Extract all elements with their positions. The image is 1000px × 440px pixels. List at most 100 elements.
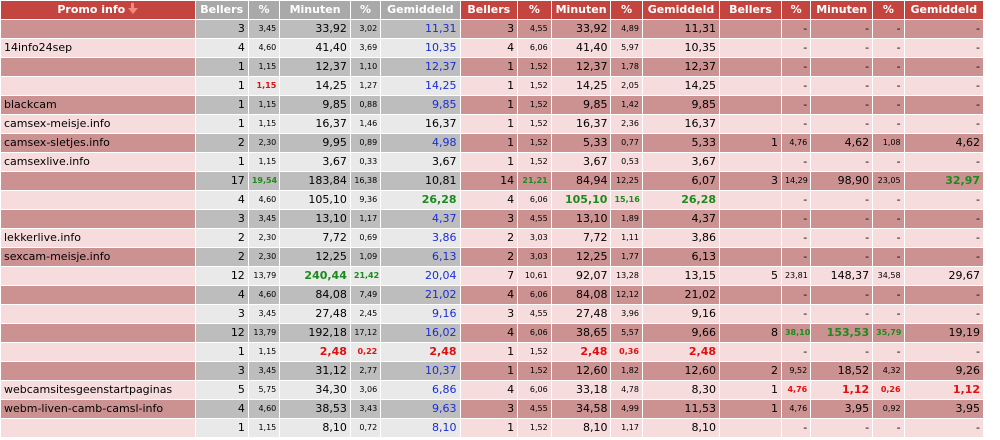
g1-cell: 4,37 — [381, 210, 460, 228]
promo-name-cell[interactable]: sexcam-meisje.info — [1, 248, 195, 266]
g2-cell: 6,06 — [518, 381, 551, 399]
g3-cell: - — [781, 191, 811, 209]
g2-cell: 3 — [460, 305, 518, 323]
g1-pct-header[interactable]: % — [248, 1, 280, 19]
g1-cell: 33,92 — [280, 20, 350, 38]
g2-bellers-header[interactable]: Bellers — [460, 1, 518, 19]
g1-cell: 2 — [195, 229, 248, 247]
g3-cell: 148,37 — [811, 267, 873, 285]
g3-minuten-header[interactable]: Minuten — [811, 1, 873, 19]
g2-pct-header[interactable]: % — [518, 1, 551, 19]
g3-cell — [720, 77, 781, 95]
g1-cell: 12 — [195, 324, 248, 342]
g1-gemiddeld-header[interactable]: Gemiddeld — [381, 1, 460, 19]
g3-cell — [720, 229, 781, 247]
g2-cell: 1,42 — [611, 96, 642, 114]
g2-cell: 1,52 — [518, 58, 551, 76]
promo-name-cell[interactable]: camsexlive.info — [1, 153, 195, 171]
g3-cell: 19,19 — [904, 324, 983, 342]
g3-cell — [720, 39, 781, 57]
g3-cell: - — [811, 153, 873, 171]
g3-gemiddeld-header[interactable]: Gemiddeld — [904, 1, 983, 19]
g3-cell: - — [904, 229, 983, 247]
promo-info-header[interactable]: Promo info — [1, 1, 195, 19]
g3-cell: 3,95 — [811, 400, 873, 418]
g3-cell: - — [781, 153, 811, 171]
promo-name-cell[interactable]: camsex-meisje.info — [1, 115, 195, 133]
promo-name-cell[interactable]: camsex-sletjes.info — [1, 134, 195, 152]
promo-name-cell[interactable]: webm-liven-camb-camsl-info — [1, 400, 195, 418]
g2-cell: 1 — [460, 96, 518, 114]
g2-cell: 3,03 — [518, 248, 551, 266]
g2-cell: 4,78 — [611, 381, 642, 399]
g1-cell: 0,89 — [350, 134, 381, 152]
g1-cell: 2 — [195, 248, 248, 266]
g3-cell — [720, 343, 781, 361]
g2-cell: 1,82 — [611, 362, 642, 380]
g3-pct-header[interactable]: % — [781, 1, 811, 19]
g1-cell: 1,17 — [350, 210, 381, 228]
g1-cell: 21,42 — [350, 267, 381, 285]
g2-pct2-header[interactable]: % — [611, 1, 642, 19]
g2-cell: 9,85 — [642, 96, 720, 114]
g2-cell: 1,52 — [518, 115, 551, 133]
promo-name-cell[interactable]: blackcam — [1, 96, 195, 114]
g3-cell: 4,32 — [873, 362, 904, 380]
g3-cell: - — [904, 39, 983, 57]
table-row: camsex-sletjes.info 2 2,30 9,95 0,89 4,98 1 1,5… — [1, 134, 983, 152]
g2-cell: 13,10 — [551, 210, 611, 228]
g1-cell: 1,15 — [248, 153, 280, 171]
promo-name-cell — [1, 362, 195, 380]
g2-cell: 8,30 — [642, 381, 720, 399]
g1-cell: 2,45 — [350, 305, 381, 323]
promo-name-cell — [1, 210, 195, 228]
g3-cell: - — [873, 77, 904, 95]
g1-cell: 1,46 — [350, 115, 381, 133]
g2-cell: 1,52 — [518, 134, 551, 152]
g1-minuten-header[interactable]: Minuten — [280, 1, 350, 19]
g2-cell: 7 — [460, 267, 518, 285]
g3-pct2-header[interactable]: % — [873, 1, 904, 19]
g3-cell: - — [873, 343, 904, 361]
g1-cell: 240,44 — [280, 267, 350, 285]
promo-name-cell[interactable]: lekkerlive.info — [1, 229, 195, 247]
g1-cell: 19,54 — [248, 172, 280, 190]
g3-cell — [720, 153, 781, 171]
g1-cell: 10,35 — [381, 39, 460, 57]
table-row: 3 3,45 13,10 1,17 4,37 3 4,55 13,10 1,89 4,37- - - - — [1, 210, 983, 228]
g2-cell: 1 — [460, 77, 518, 95]
g2-cell: 6,07 — [642, 172, 720, 190]
g1-bellers-header[interactable]: Bellers — [195, 1, 248, 19]
g1-cell: 11,31 — [381, 20, 460, 38]
g1-cell: 3 — [195, 210, 248, 228]
g2-gemiddeld-header[interactable]: Gemiddeld — [642, 1, 720, 19]
g2-cell: 84,08 — [551, 286, 611, 304]
g3-cell: 4,62 — [904, 134, 983, 152]
g3-cell: 4,76 — [781, 134, 811, 152]
g2-cell: 4,99 — [611, 400, 642, 418]
g3-cell: - — [873, 305, 904, 323]
promo-name-cell[interactable]: webcamsitesgeenstartpaginas — [1, 381, 195, 399]
table-row: 1 1,15 2,48 0,22 2,48 1 1,52 2,48 0,36 2,48- - - - — [1, 343, 983, 361]
g2-cell: 1 — [460, 343, 518, 361]
promo-name-cell[interactable]: 14info24sep — [1, 39, 195, 57]
g2-cell: 3,86 — [642, 229, 720, 247]
g2-minuten-header[interactable]: Minuten — [551, 1, 611, 19]
g2-cell: 8,10 — [642, 419, 720, 437]
g2-cell: 1,52 — [518, 96, 551, 114]
g3-cell: - — [904, 96, 983, 114]
g1-cell: 38,53 — [280, 400, 350, 418]
g2-cell: 4,89 — [611, 20, 642, 38]
sort-descending-icon[interactable] — [128, 3, 139, 14]
g1-cell: 192,18 — [280, 324, 350, 342]
g1-cell: 4 — [195, 400, 248, 418]
g3-cell: - — [873, 419, 904, 437]
g2-cell: 0,77 — [611, 134, 642, 152]
g2-cell: 5,33 — [551, 134, 611, 152]
g1-cell: 16,37 — [280, 115, 350, 133]
g1-pct2-header[interactable]: % — [350, 1, 381, 19]
g1-cell: 14,25 — [381, 77, 460, 95]
g2-cell: 5,33 — [642, 134, 720, 152]
g3-bellers-header[interactable]: Bellers — [720, 1, 781, 19]
g3-cell: 5 — [720, 267, 781, 285]
